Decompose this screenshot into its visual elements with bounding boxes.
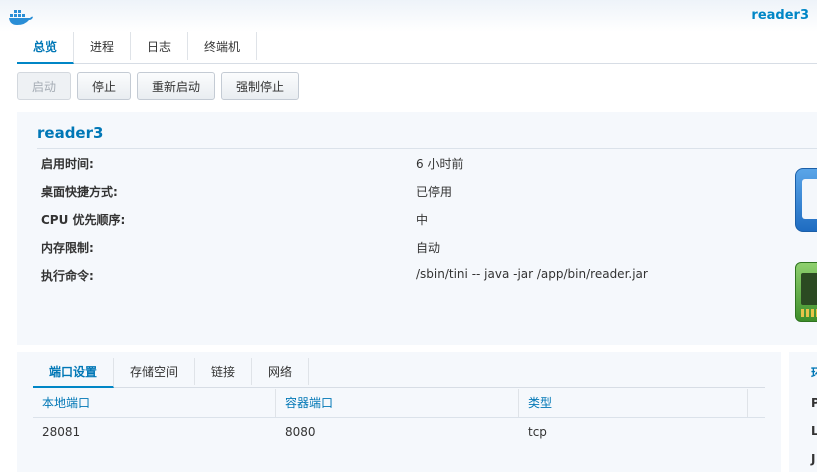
title-bar: reader3 <box>0 0 817 32</box>
tab-links[interactable]: 链接 <box>195 358 253 385</box>
action-toolbar: 启动 停止 重新启动 强制停止 <box>17 72 300 100</box>
environment-panel-fragment: 环 P L J <box>789 352 817 472</box>
start-button[interactable]: 启动 <box>17 72 72 100</box>
tab-port-settings[interactable]: 端口设置 <box>33 358 115 388</box>
container-info-panel: reader3 启用时间: 6 小时前 桌面快捷方式: 已停用 CPU 优先顺序… <box>17 112 817 345</box>
table-header: 本地端口 容器端口 类型 <box>33 389 765 418</box>
info-value: 自动 <box>416 241 441 255</box>
info-divider <box>37 148 817 149</box>
restart-button[interactable]: 重新启动 <box>137 72 216 100</box>
info-value: 中 <box>416 213 429 227</box>
info-label: 桌面快捷方式: <box>41 185 118 199</box>
port-settings-panel: 端口设置 存储空间 链接 网络 本地端口 容器端口 类型 28081 8080 … <box>17 352 781 472</box>
window-title: reader3 <box>751 8 809 23</box>
tab-overview[interactable]: 总览 <box>17 32 75 64</box>
info-label: 启用时间: <box>41 157 94 171</box>
stop-button[interactable]: 停止 <box>77 72 132 100</box>
info-value: /sbin/tini -- java -jar /app/bin/reader.… <box>416 267 648 281</box>
cell-container-port: 8080 <box>285 425 316 439</box>
tab-network[interactable]: 网络 <box>252 358 310 385</box>
cell-type: tcp <box>528 425 547 439</box>
cell-local-port: 28081 <box>42 425 81 439</box>
info-row-command: 执行命令: /sbin/tini -- java -jar /app/bin/r… <box>41 267 801 287</box>
info-value: 6 小时前 <box>416 157 464 171</box>
container-name: reader3 <box>37 124 104 142</box>
info-value: 已停用 <box>416 185 453 199</box>
panel-text-fragment: L <box>811 424 817 438</box>
info-row-cpu-priority: CPU 优先顺序: 中 <box>41 211 801 231</box>
tab-log[interactable]: 日志 <box>131 32 189 60</box>
detail-tabs: 端口设置 存储空间 链接 网络 <box>33 356 765 388</box>
panel-text-fragment: J <box>811 452 816 466</box>
info-label: CPU 优先顺序: <box>41 213 126 227</box>
info-row-uptime: 启用时间: 6 小时前 <box>41 155 801 175</box>
info-row-memory-limit: 内存限制: 自动 <box>41 239 801 259</box>
info-label: 内存限制: <box>41 241 94 255</box>
tab-processes[interactable]: 进程 <box>74 32 132 60</box>
panel-title-fragment: 环 <box>811 364 817 381</box>
monitor-icon <box>795 168 817 232</box>
port-table: 本地端口 容器端口 类型 28081 8080 tcp <box>33 389 765 448</box>
panel-text-fragment: P <box>811 396 817 410</box>
info-row-shortcut: 桌面快捷方式: 已停用 <box>41 183 801 203</box>
tab-terminal[interactable]: 终端机 <box>188 32 258 60</box>
force-stop-button[interactable]: 强制停止 <box>221 72 300 100</box>
column-header-container-port[interactable]: 容器端口 <box>276 389 519 417</box>
info-label: 执行命令: <box>41 269 94 283</box>
column-header-type[interactable]: 类型 <box>519 389 748 417</box>
docker-whale-icon <box>9 10 33 25</box>
main-tabs: 总览 进程 日志 终端机 <box>17 30 817 64</box>
column-header-local-port[interactable]: 本地端口 <box>33 389 276 417</box>
table-row[interactable]: 28081 8080 tcp <box>33 418 765 448</box>
memory-icon <box>795 262 817 322</box>
tab-storage[interactable]: 存储空间 <box>114 358 196 385</box>
